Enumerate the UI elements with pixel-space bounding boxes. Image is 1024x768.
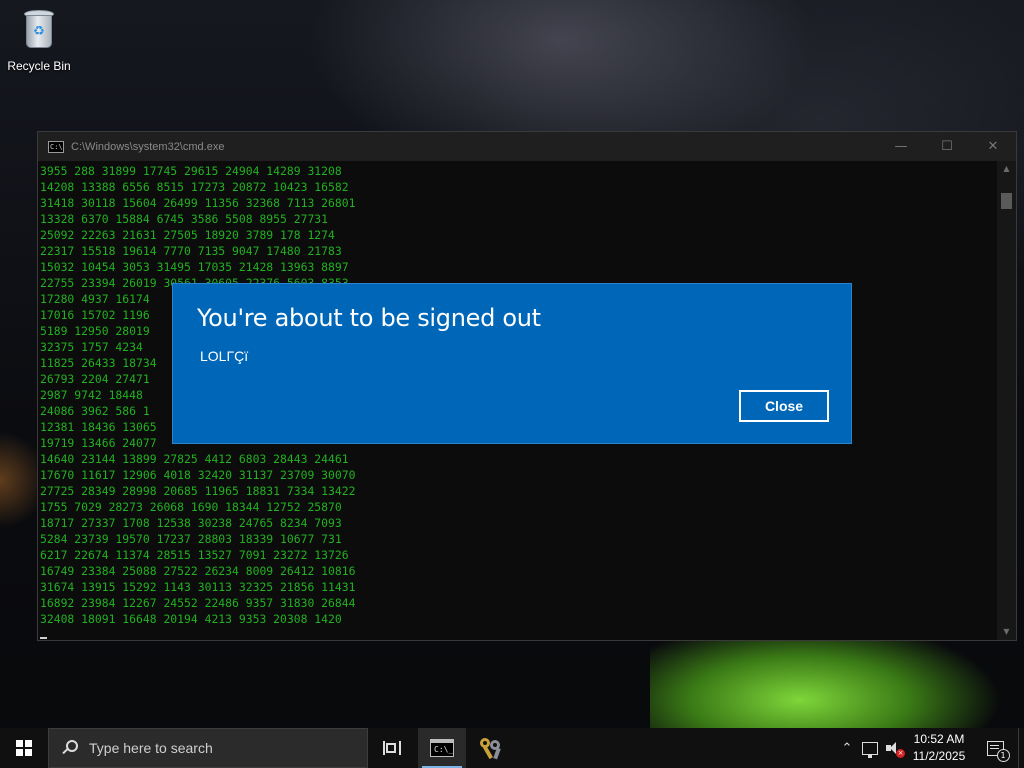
scroll-up-icon[interactable]: ▲ [997, 161, 1016, 177]
network-icon [862, 741, 878, 758]
cmd-titlebar[interactable]: C:\ C:\Windows\system32\cmd.exe — ☐ ✕ [38, 132, 1016, 161]
action-center-button[interactable]: 1 [978, 728, 1012, 768]
scroll-down-icon[interactable]: ▼ [997, 624, 1016, 640]
scrollbar-thumb[interactable] [1001, 193, 1012, 209]
search-input[interactable] [89, 740, 349, 756]
task-view-button[interactable] [368, 728, 416, 768]
cmd-output-line: 14640 23144 13899 27825 4412 6803 28443 … [40, 452, 349, 466]
network-button[interactable] [860, 738, 880, 758]
cmd-output-line: 25092 22263 21631 27505 18920 3789 178 1… [40, 228, 335, 242]
minimize-button[interactable]: — [878, 132, 924, 161]
cmd-output-line: 32408 18091 16648 20194 4213 9353 20308 … [40, 612, 342, 626]
cmd-scrollbar[interactable]: ▲ ▼ [997, 161, 1016, 640]
taskbar: C:\_ ⌃ × 10:52 AM 11/2/2025 1 [0, 728, 1024, 768]
clock-date: 11/2/2025 [912, 749, 966, 763]
cmd-output-line: 31418 30118 15604 26499 11356 32368 7113… [40, 196, 356, 210]
taskbar-clock[interactable]: 10:52 AM 11/2/2025 [904, 731, 974, 767]
dialog-message: LOLΓÇï [200, 348, 249, 364]
tray-overflow-button[interactable]: ⌃ [837, 738, 857, 758]
cmd-output-line: 31674 13915 15292 1143 30113 32325 21856… [40, 580, 356, 594]
cmd-output-line: 13328 6370 15884 6745 3586 5508 8955 277… [40, 212, 329, 226]
cmd-output-line: 14208 13388 6556 8515 17273 20872 10423 … [40, 180, 349, 194]
windows-logo-icon [16, 740, 32, 756]
cmd-output-line: 16892 23984 12267 24552 22486 9357 31830… [40, 596, 356, 610]
show-desktop-button[interactable] [1018, 728, 1024, 768]
close-window-button[interactable]: ✕ [970, 132, 1016, 161]
window-controls: — ☐ ✕ [878, 132, 1016, 161]
text-cursor [40, 637, 47, 639]
cmd-output-line: 3955 288 31899 17745 29615 24904 14289 3… [40, 164, 342, 178]
desktop-icon-recycle-bin[interactable]: ♻ Recycle Bin [4, 6, 74, 78]
keys-icon [478, 737, 502, 760]
cmd-output-line: 17670 11617 12906 4018 32420 31137 23709… [40, 468, 356, 482]
cmd-output-line: 15032 10454 3053 31495 17035 21428 13963… [40, 260, 349, 274]
start-button[interactable] [0, 728, 48, 768]
maximize-button[interactable]: ☐ [924, 132, 970, 161]
cmd-output-line: 16749 23384 25088 27522 26234 8009 26412… [40, 564, 356, 578]
desktop-icon-label: Recycle Bin [7, 59, 71, 73]
cmd-output-line: 6217 22674 11374 28515 13527 7091 23272 … [40, 548, 349, 562]
task-view-icon [383, 741, 401, 755]
cmd-icon: C:\_ [430, 739, 454, 757]
cmd-output-line: 27725 28349 28998 20685 11965 18831 7334… [40, 484, 356, 498]
taskbar-app-credentials[interactable] [466, 728, 514, 768]
cmd-output-line: 1755 7029 28273 26068 1690 18344 12752 2… [40, 500, 342, 514]
minimize-icon: — [894, 139, 908, 154]
volume-muted-icon: × [886, 741, 905, 758]
dialog-title: You're about to be signed out [197, 304, 541, 332]
notification-count: 1 [996, 748, 1010, 762]
taskbar-app-cmd[interactable]: C:\_ [418, 728, 466, 768]
chevron-up-icon: ⌃ [841, 740, 853, 756]
close-icon: ✕ [987, 139, 999, 154]
signout-dialog: You're about to be signed out LOLΓÇï Clo… [172, 283, 852, 444]
taskbar-search[interactable] [48, 728, 368, 768]
clock-time: 10:52 AM [913, 732, 965, 746]
volume-button[interactable]: × [884, 738, 905, 758]
close-button[interactable]: Close [739, 390, 829, 422]
maximize-icon: ☐ [941, 139, 953, 154]
recycle-bin-icon: ♻ [22, 8, 56, 50]
cmd-output-line: 22317 15518 19614 7770 7135 9047 17480 2… [40, 244, 342, 258]
wallpaper-tent [650, 640, 1024, 728]
search-icon [62, 740, 78, 756]
cmd-output-line: 18717 27337 1708 12538 30238 24765 8234 … [40, 516, 342, 530]
cmd-output-line: 5284 23739 19570 17237 28803 18339 10677… [40, 532, 342, 546]
cmd-icon: C:\ [48, 140, 64, 153]
cmd-window-title: C:\Windows\system32\cmd.exe [71, 140, 225, 153]
notification-icon: 1 [986, 740, 1010, 762]
